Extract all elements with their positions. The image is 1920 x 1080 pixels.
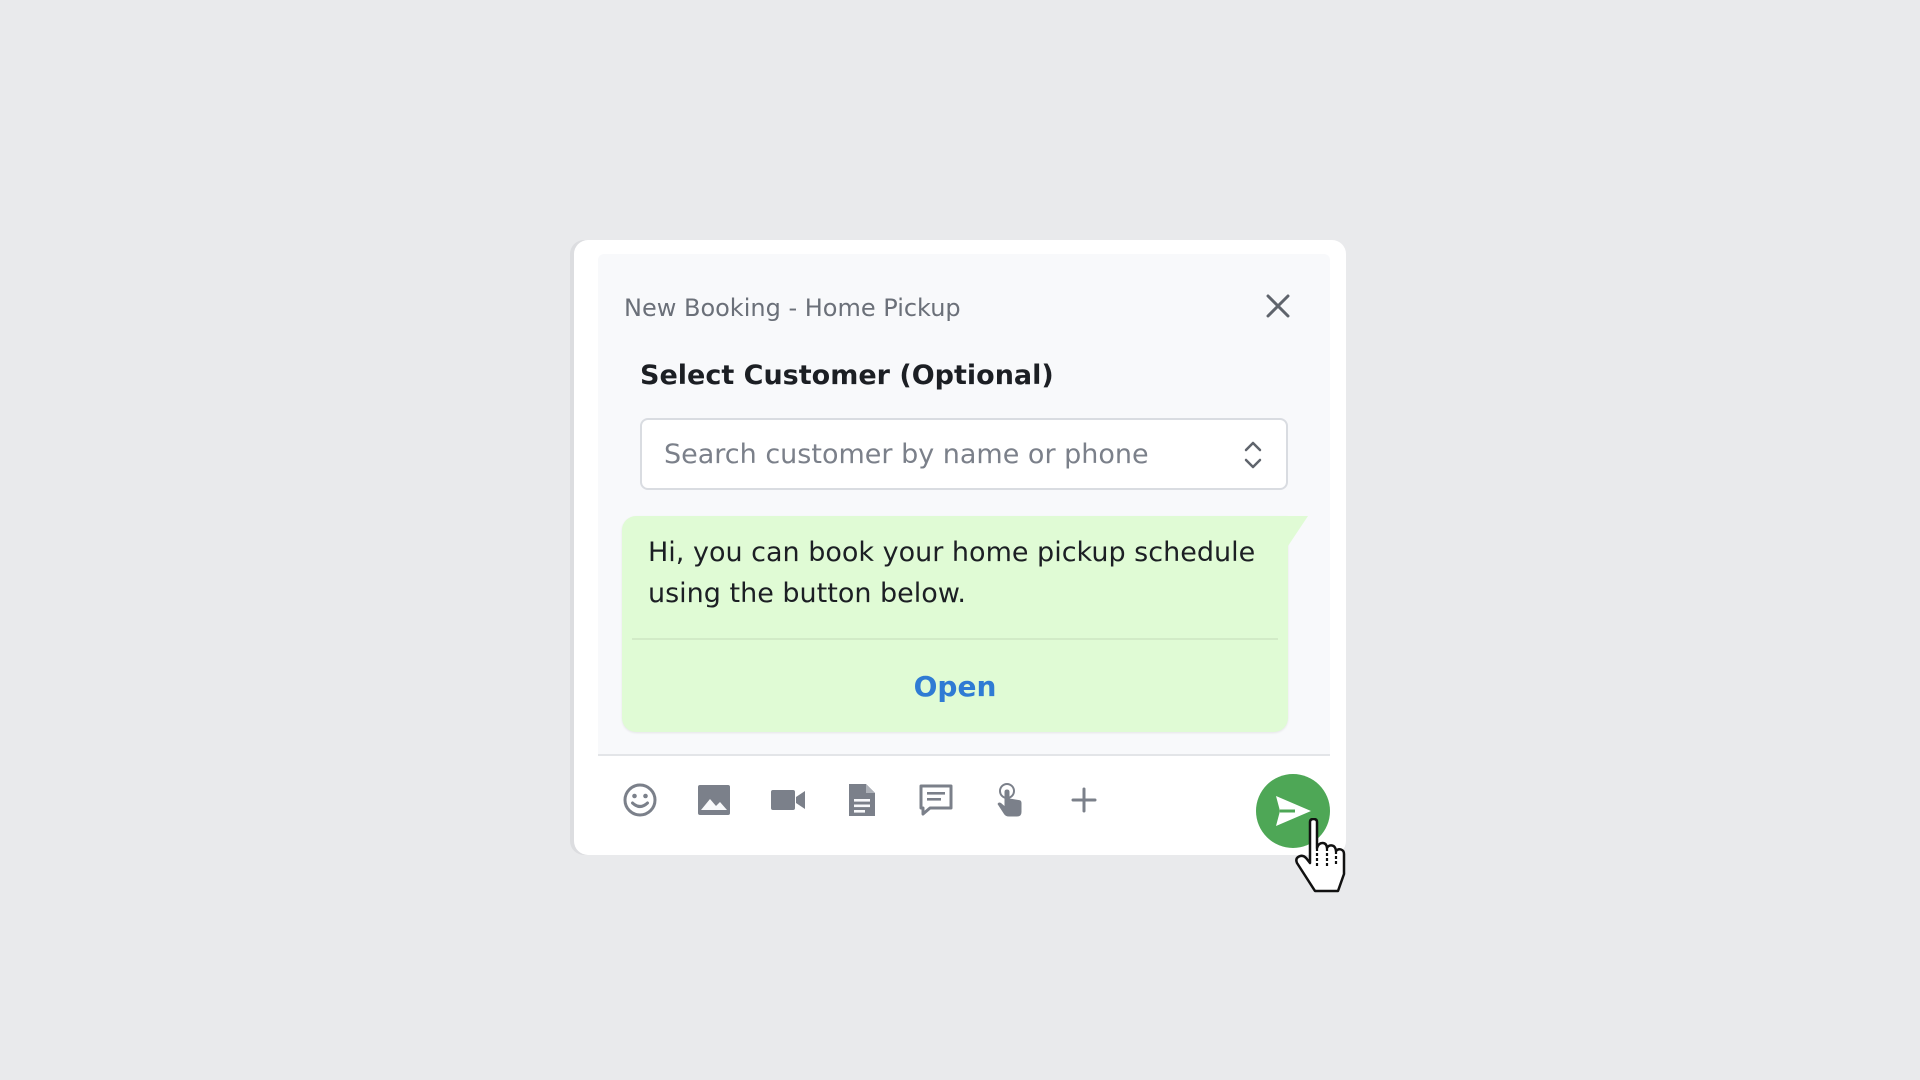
touch-icon: [997, 783, 1022, 817]
image-button[interactable]: [688, 774, 740, 826]
video-button[interactable]: [762, 774, 814, 826]
plus-icon: [1071, 787, 1097, 813]
close-icon: [1266, 294, 1290, 318]
dialog-title: New Booking - Home Pickup: [624, 294, 961, 322]
bubble-tail: [1288, 516, 1308, 546]
image-icon: [698, 785, 730, 815]
emoji-button[interactable]: [614, 774, 666, 826]
hand-pointer-cursor: [1295, 818, 1346, 893]
composer-toolbar: [614, 774, 1132, 826]
emoji-icon: [623, 783, 657, 817]
customer-search-input[interactable]: [664, 420, 1224, 488]
chat-icon: [919, 784, 953, 816]
stage: New Booking - Home Pickup Select Custome…: [0, 0, 1920, 1080]
close-button[interactable]: [1260, 288, 1296, 324]
document-button[interactable]: [836, 774, 888, 826]
open-button[interactable]: Open: [622, 640, 1288, 732]
document-icon: [849, 784, 875, 816]
message-text: Hi, you can book your home pickup schedu…: [648, 537, 1256, 609]
chevron-up-down-icon[interactable]: [1242, 438, 1264, 472]
booking-card: New Booking - Home Pickup Select Custome…: [574, 240, 1346, 855]
touch-button[interactable]: [984, 774, 1036, 826]
message-bubble: Hi, you can book your home pickup schedu…: [622, 516, 1288, 732]
customer-search-select[interactable]: [640, 418, 1288, 490]
chat-button[interactable]: [910, 774, 962, 826]
more-button[interactable]: [1058, 774, 1110, 826]
customer-select-label: Select Customer (Optional): [640, 360, 1054, 391]
composer-divider: [598, 754, 1330, 756]
video-icon: [771, 790, 805, 810]
